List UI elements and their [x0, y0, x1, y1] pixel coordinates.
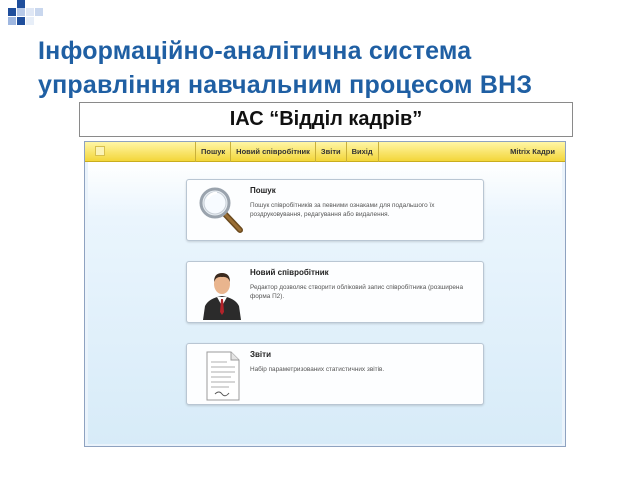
main-menu: Пошук Новий співробітник Звіти Вихід	[195, 142, 379, 162]
slide-title-line: Інформаційно-аналітична система	[38, 37, 472, 65]
app-content: Пошук Пошук співробітників за певними оз…	[88, 162, 562, 444]
app-window: Пошук Новий співробітник Звіти Вихід Mit…	[84, 141, 566, 447]
menu-item-exit[interactable]: Вихід	[347, 142, 379, 162]
decor-square	[26, 8, 34, 16]
subtitle-box: ІАС “Відділ кадрів”	[79, 102, 573, 137]
card-title: Новий співробітник	[250, 268, 329, 277]
slide-title: Інформаційно-аналітична система управлін…	[38, 34, 618, 102]
top-menu-bar: Пошук Новий співробітник Звіти Вихід Mit…	[85, 142, 565, 162]
employee-icon	[203, 273, 241, 320]
report-document-icon	[206, 351, 240, 401]
card-title: Пошук	[250, 186, 276, 195]
decor-square	[17, 8, 25, 16]
magnifier-icon	[199, 187, 243, 233]
menu-item-new-employee[interactable]: Новий співробітник	[231, 142, 316, 162]
card-title: Звіти	[250, 350, 271, 359]
decor-square	[26, 17, 34, 25]
card-description: Пошук співробітників за певними ознаками…	[250, 202, 435, 218]
card-reports[interactable]: Звіти Набір параметризованих статистични…	[186, 343, 484, 405]
card-description: Набір параметризованих статистичних звіт…	[250, 366, 385, 373]
card-search[interactable]: Пошук Пошук співробітників за певними оз…	[186, 179, 484, 241]
decor-square	[8, 17, 16, 25]
menu-item-search[interactable]: Пошук	[195, 142, 232, 162]
decor-square	[17, 0, 25, 8]
decor-square	[35, 8, 43, 16]
app-brand: Mitrix Кадри	[510, 147, 555, 156]
decor-square	[17, 17, 25, 25]
card-description: Редактор дозволяє створити обліковий зап…	[250, 284, 464, 300]
decor-square	[8, 8, 16, 16]
card-new-employee[interactable]: Новий співробітник Редактор дозволяє ств…	[186, 261, 484, 323]
menu-item-reports[interactable]: Звіти	[316, 142, 347, 162]
slide-title-line: управління навчальним процесом ВНЗ	[38, 71, 533, 99]
app-logo-icon	[95, 146, 105, 156]
